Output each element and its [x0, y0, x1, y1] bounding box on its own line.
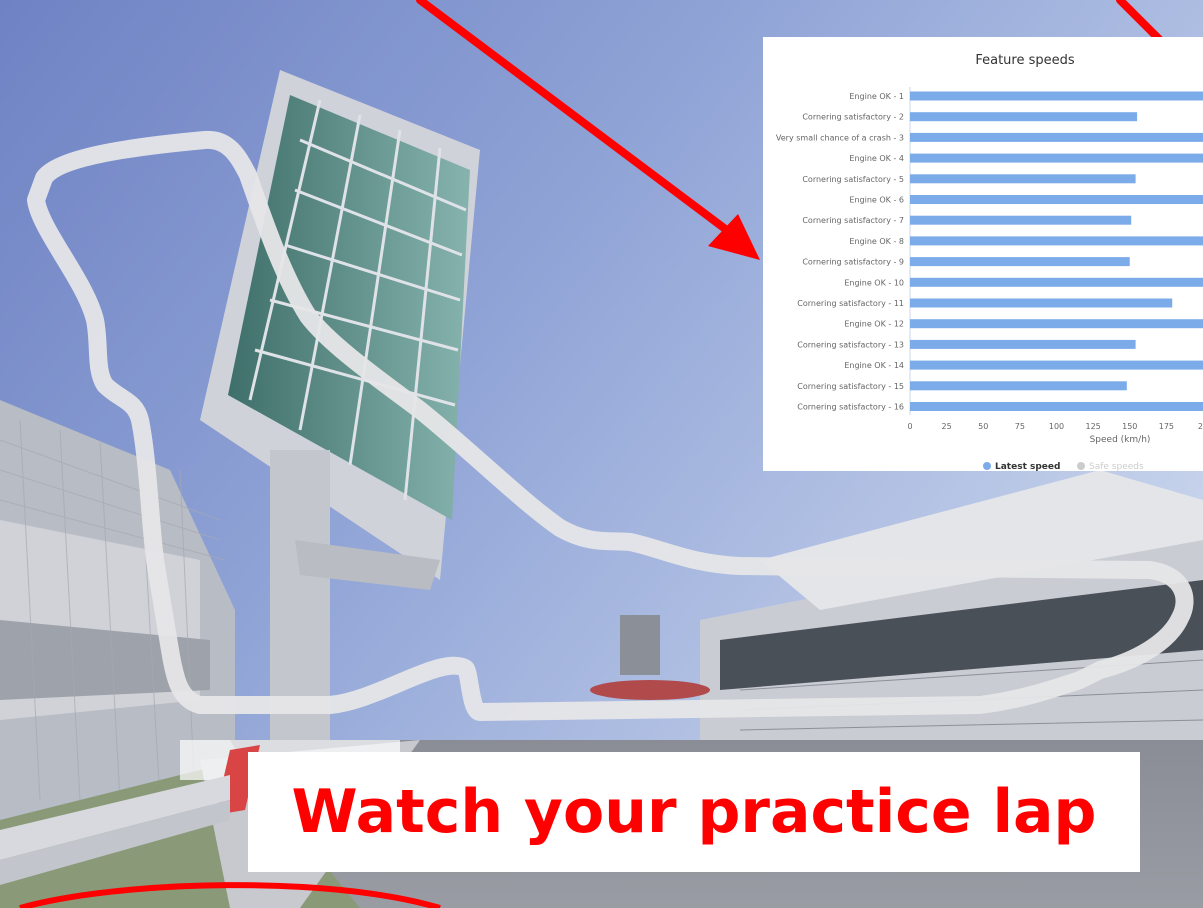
category-label: Cornering satisfactory - 15 [797, 382, 904, 391]
bar-latest-speed [910, 319, 1203, 329]
bar-latest-speed [910, 91, 1203, 101]
caption-banner: Watch your practice lap [248, 752, 1140, 872]
x-tick-label: 100 [1049, 422, 1064, 431]
category-label: Cornering satisfactory - 7 [802, 216, 904, 225]
x-tick-label: 20 [1198, 422, 1203, 431]
legend-marker [1077, 462, 1085, 470]
category-label: Engine OK - 8 [849, 237, 904, 246]
bar-latest-speed [910, 236, 1203, 246]
category-label: Engine OK - 12 [844, 320, 904, 329]
bar-latest-speed [910, 153, 1203, 163]
category-label: Engine OK - 1 [849, 92, 904, 101]
bar-latest-speed [910, 174, 1136, 184]
category-label: Cornering satisfactory - 13 [797, 340, 904, 349]
chart-canvas: Feature speeds Engine OK - 1 Cornering sa… [776, 53, 1203, 471]
category-label: Cornering satisfactory - 16 [797, 403, 904, 412]
chart-title: Feature speeds [975, 53, 1075, 68]
bar-latest-speed [910, 257, 1130, 267]
bar-latest-speed [910, 381, 1127, 391]
x-axis-title: Speed (km/h) [1090, 435, 1151, 445]
bar-latest-speed [910, 360, 1203, 370]
x-tick-label: 25 [942, 422, 952, 431]
legend-item-label[interactable]: Latest speed [995, 462, 1060, 471]
legend-item-label[interactable]: Safe speeds [1089, 462, 1144, 471]
feature-speeds-chart: Feature speeds Engine OK - 1 Cornering sa… [763, 37, 1203, 471]
bar-latest-speed [910, 339, 1136, 349]
category-label: Cornering satisfactory - 5 [802, 175, 904, 184]
category-label: Very small chance of a crash - 3 [776, 133, 904, 142]
legend-marker [983, 462, 991, 470]
bar-latest-speed [910, 402, 1203, 411]
x-tick-label: 0 [907, 422, 912, 431]
category-label: Cornering satisfactory - 11 [797, 299, 904, 308]
x-tick-label: 125 [1085, 422, 1100, 431]
caption-text: Watch your practice lap [291, 777, 1097, 847]
category-label: Engine OK - 6 [849, 196, 904, 205]
bar-latest-speed [910, 112, 1138, 122]
category-label: Cornering satisfactory - 2 [802, 113, 904, 122]
bar-latest-speed [910, 132, 1203, 142]
bar-latest-speed [910, 298, 1173, 308]
category-label: Engine OK - 4 [849, 154, 904, 163]
category-label: Cornering satisfactory - 9 [802, 258, 904, 267]
bar-latest-speed [910, 215, 1132, 225]
bar-latest-speed [910, 195, 1203, 204]
category-label: Engine OK - 14 [844, 361, 904, 370]
x-tick-label: 50 [978, 422, 988, 431]
category-label: Engine OK - 10 [844, 278, 904, 287]
x-tick-label: 75 [1015, 422, 1025, 431]
x-tick-label: 150 [1122, 422, 1137, 431]
bar-latest-speed [910, 277, 1203, 287]
x-tick-label: 175 [1159, 422, 1174, 431]
